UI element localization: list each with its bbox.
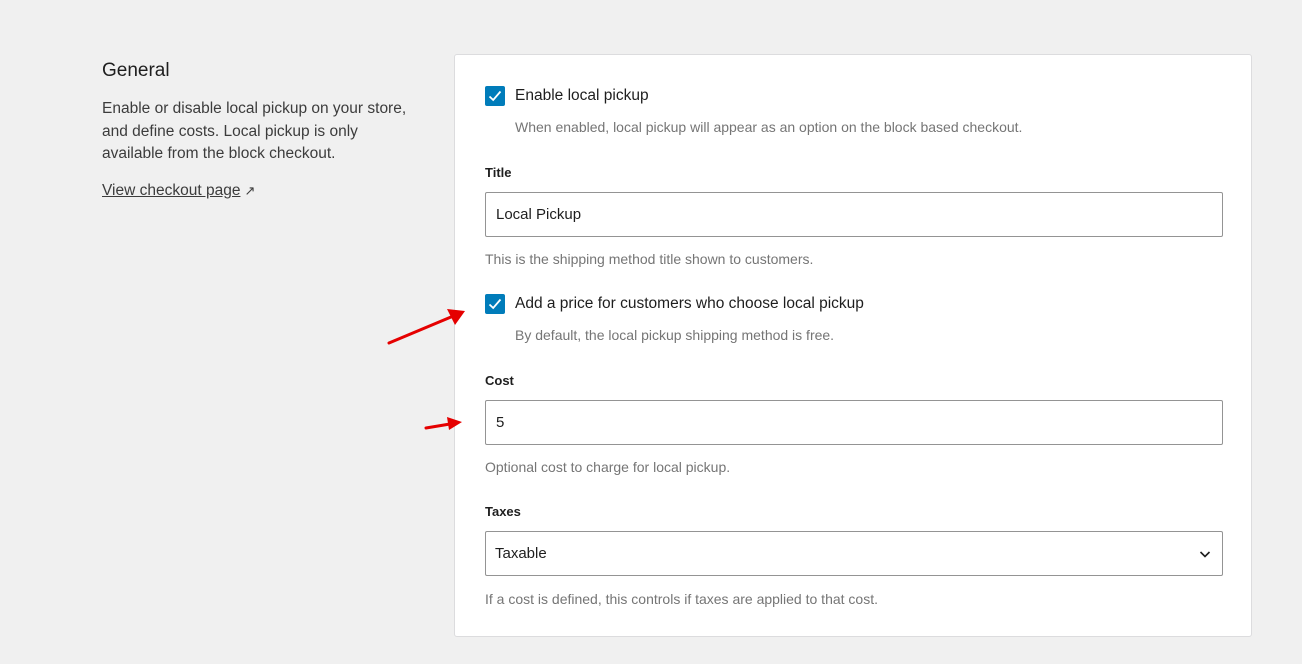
add-price-label: Add a price for customers who choose loc… [515,295,864,312]
title-input[interactable]: Local Pickup [485,192,1223,237]
settings-card: Enable local pickup When enabled, local … [454,54,1252,637]
section-heading: General [102,60,170,81]
taxes-field-label: Taxes [485,504,521,519]
checkmark-icon [488,298,502,310]
title-help: This is the shipping method title shown … [485,251,814,267]
cost-help: Optional cost to charge for local pickup… [485,459,731,475]
view-checkout-link[interactable]: View checkout page ↗ [102,182,255,200]
annotation-arrow-icon [387,309,465,345]
title-field-label: Title [485,165,512,180]
chevron-down-icon [1199,551,1211,558]
checkmark-icon [488,90,502,102]
enable-local-pickup-label: Enable local pickup [515,87,649,104]
view-checkout-link-label: View checkout page [102,181,241,199]
enable-local-pickup-checkbox[interactable] [485,86,505,106]
taxes-help: If a cost is defined, this controls if t… [485,591,878,607]
annotation-arrow-icon [424,417,462,430]
taxes-selected-value: Taxable [495,545,547,562]
enable-local-pickup-help: When enabled, local pickup will appear a… [515,119,1023,135]
taxes-select[interactable]: Taxable [485,531,1223,576]
sidebar-section: General Enable or disable local pickup o… [102,58,422,200]
add-price-checkbox[interactable] [485,294,505,314]
cost-input[interactable]: 5 [485,400,1223,445]
cost-field-label: Cost [485,373,514,388]
external-link-icon: ↗ [244,182,256,198]
add-price-help: By default, the local pickup shipping me… [515,327,835,343]
section-description: Enable or disable local pickup on your s… [102,100,407,162]
